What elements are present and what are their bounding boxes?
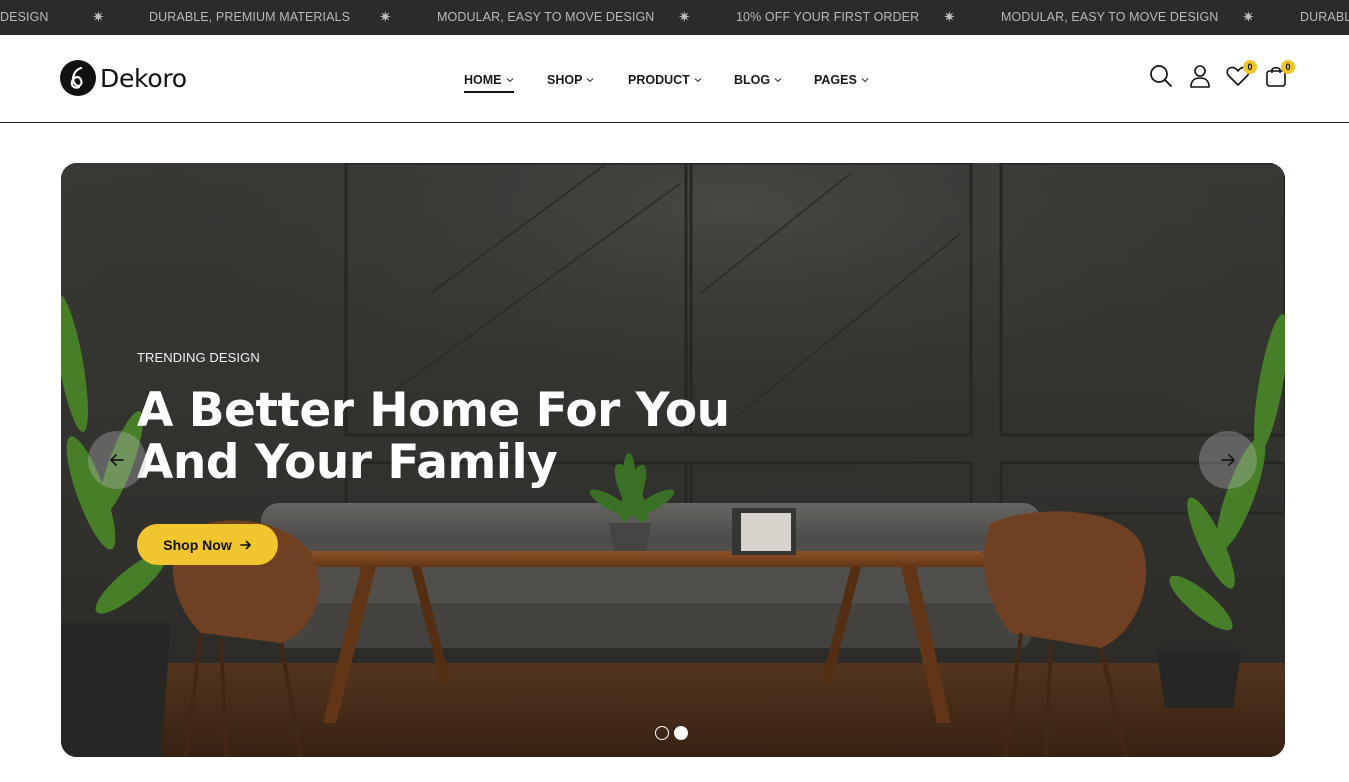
announcement-text: MODULAR, EASY TO MOVE DESIGN (1001, 10, 1219, 24)
chevron-down-icon (694, 78, 702, 83)
wishlist-count-badge: 0 (1243, 60, 1257, 74)
slide-dot-active[interactable] (674, 726, 688, 740)
nav-item-label: PRODUCT (628, 73, 690, 87)
chevron-down-icon (861, 78, 869, 83)
hero-headline: A Better Home For You And Your Family (137, 385, 757, 489)
logo-mark-icon (60, 60, 96, 96)
asterisk-icon: ✷ (1242, 9, 1255, 26)
nav-item-label: HOME (464, 73, 502, 87)
site-header: Dekoro HOME SHOP PRODUCT BLOG PAGES 0 0 (0, 35, 1349, 123)
nav-item-home[interactable]: HOME (464, 70, 514, 93)
prev-slide-button[interactable] (88, 431, 146, 489)
user-icon (1190, 65, 1210, 88)
nav-item-label: PAGES (814, 73, 857, 87)
search-icon (1150, 65, 1172, 87)
announcement-text: 10% OFF YOUR FIRST ORDER (736, 10, 920, 24)
cart-count-badge: 0 (1281, 60, 1295, 74)
announcement-text: DESIGN (0, 10, 49, 24)
logo-text: Dekoro (100, 63, 187, 93)
announcement-bar: DESIGN ✷ DURABLE, PREMIUM MATERIALS ✷ MO… (0, 0, 1349, 35)
search-button[interactable] (1148, 63, 1174, 89)
arrow-right-icon (239, 540, 251, 549)
nav-item-shop[interactable]: SHOP (547, 70, 594, 90)
asterisk-icon: ✷ (379, 9, 392, 26)
chevron-down-icon (774, 78, 782, 83)
nav-item-pages[interactable]: PAGES (814, 70, 869, 90)
nav-item-product[interactable]: PRODUCT (628, 70, 702, 90)
announcement-text: DURABLE (1300, 10, 1349, 24)
hero-headline-line1: A Better Home For You (137, 383, 730, 438)
hero-eyebrow: TRENDING DESIGN (137, 350, 260, 365)
shop-now-label: Shop Now (163, 536, 232, 553)
announcement-text: MODULAR, EASY TO MOVE DESIGN (437, 10, 655, 24)
chevron-down-icon (587, 78, 594, 83)
account-button[interactable] (1187, 63, 1213, 89)
chevron-down-icon (506, 78, 513, 83)
shop-now-button[interactable]: Shop Now (137, 524, 278, 565)
cart-button[interactable]: 0 (1263, 60, 1295, 89)
slide-dot[interactable] (655, 726, 669, 740)
announcement-text: DURABLE, PREMIUM MATERIALS (149, 10, 351, 24)
logo[interactable]: Dekoro (60, 59, 187, 97)
arrow-left-icon (110, 454, 124, 466)
nav-item-label: SHOP (547, 73, 583, 87)
asterisk-icon: ✷ (678, 9, 691, 26)
asterisk-icon: ✷ (943, 9, 956, 26)
arrow-right-icon (1221, 454, 1235, 466)
nav-item-label: BLOG (734, 73, 771, 87)
next-slide-button[interactable] (1199, 431, 1257, 489)
slider-pagination (655, 726, 693, 740)
wishlist-button[interactable]: 0 (1225, 60, 1257, 89)
asterisk-icon: ✷ (92, 9, 105, 26)
hero-slider: TRENDING DESIGN A Better Home For You An… (61, 163, 1285, 757)
nav-item-blog[interactable]: BLOG (734, 70, 782, 90)
hero-headline-line2: And Your Family (137, 435, 558, 490)
